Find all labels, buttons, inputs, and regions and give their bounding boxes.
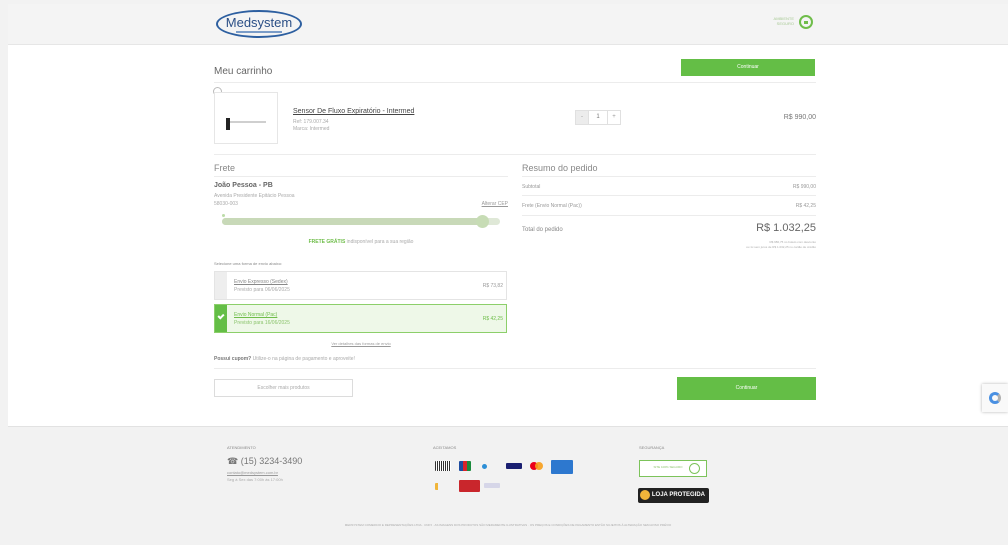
secure-badge-text: SITE 100% SEGURO (653, 465, 683, 469)
total-value: R$ 1.032,25 (756, 222, 816, 234)
frete-address: Avenida Presidente Epitácio Pessoa (214, 193, 295, 199)
sensor-tube (230, 121, 266, 123)
sensor-shape (226, 118, 230, 130)
legal-text: MEDSYSTEM COMERCIO E REPRESENTAÇÕES LTDA… (344, 523, 672, 527)
loja-protegida-text: LOJA PROTEGIDA (651, 492, 705, 498)
coupon-message: Possui cupom? Utilize-o na página de pag… (214, 356, 355, 362)
quantity-stepper: - 1 + (575, 110, 621, 125)
boleto-icon (435, 461, 451, 471)
recaptcha-badge[interactable] (982, 384, 1008, 412)
divider (214, 82, 816, 83)
product-price: R$ 990,00 (783, 114, 816, 121)
shipping-option-date: Previsto para 16/06/2025 (234, 320, 290, 326)
progress-start-dot (222, 214, 225, 217)
more-products-button[interactable]: Escolher mais produtos (214, 379, 353, 397)
shipping-option-date: Previsto para 06/06/2025 (234, 287, 290, 293)
email-link[interactable]: contato@medsystem.com.br (227, 470, 278, 475)
secure-site-badge: SITE 100% SEGURO (639, 460, 707, 477)
frete-title: Frete (214, 163, 236, 173)
logo-text: Medsystem (225, 15, 293, 30)
visa-icon (506, 463, 522, 469)
subtotal-label: Subtotal (522, 184, 541, 190)
shipping-option-price: R$ 42,25 (482, 316, 503, 322)
hipercard-icon (459, 480, 480, 492)
choose-shipping-label: Selecione uma forma de envio abaixo: (214, 261, 283, 266)
total-label: Total do pedido (522, 227, 563, 233)
business-hours: Seg à Sex das 7:00h às 17:00h (227, 477, 283, 482)
divider (522, 195, 816, 196)
frete-city: João Pessoa - PB (214, 182, 273, 189)
secure-label: AMBIENTE SEGURO (773, 16, 794, 26)
footer: ATENDIMENTO ☎ (15) 3234-3490 contato@med… (8, 426, 1008, 545)
continue-button-bottom[interactable]: Continuar (677, 377, 816, 400)
frete-cep: 58030-003 (214, 201, 238, 207)
shield-icon (640, 490, 650, 500)
product-brand: Marca: Intermed (293, 126, 330, 132)
shipping-option-sedex[interactable]: Envio Expresso (Sedex) Previsto para 06/… (214, 271, 507, 300)
subtotal-value: R$ 990,00 (792, 184, 816, 190)
continue-button-top[interactable]: Continuar (681, 59, 815, 76)
header: Medsystem AMBIENTE SEGURO (8, 4, 1008, 45)
shipping-option-pac[interactable]: Envio Normal (Pac) Previsto para 16/06/2… (214, 304, 507, 333)
product-name-link[interactable]: Sensor De Fluxo Expiratório - Intermed (293, 108, 414, 115)
page: Medsystem AMBIENTE SEGURO Meu carrinho C… (8, 4, 1008, 545)
progress-knob (476, 215, 490, 228)
phone-number: ☎ (15) 3234-3490 (227, 456, 303, 466)
logo-underline (236, 31, 282, 33)
qty-input[interactable]: 1 (589, 110, 607, 125)
divider (214, 154, 816, 155)
free-shipping-progress (222, 215, 500, 228)
lock-icon (799, 15, 813, 29)
diners-icon (482, 464, 487, 469)
coupon-rest: Utilize-o na página de pagamento e aprov… (252, 356, 355, 362)
lock-icon (689, 463, 700, 474)
free-shipping-rest: indisponível para a sua região (346, 239, 414, 245)
frete-row: Frete (Envio Normal (Pac)) R$ 42,25 (522, 203, 816, 209)
progress-fill (222, 218, 487, 225)
shipping-details-link[interactable]: Ver detalhes das formas de envio (214, 341, 508, 346)
loja-protegida-badge: LOJA PROTEGIDA (638, 488, 709, 503)
frete-summary-label: Frete (Envio Normal (Pac)) (522, 203, 582, 209)
atendimento-heading: ATENDIMENTO (227, 445, 256, 450)
shipping-option-name[interactable]: Envio Expresso (Sedex) (234, 279, 288, 285)
amex-icon (551, 460, 573, 474)
free-shipping-message: FRETE GRÁTIS indisponível para a sua reg… (214, 239, 508, 245)
seguranca-heading: SEGURANÇA (639, 445, 665, 450)
boleto-note: R$ 980,75 no boleto com desconto (769, 240, 816, 244)
jcb-icon (459, 461, 471, 471)
recaptcha-icon (989, 392, 1001, 404)
summary-title: Resumo do pedido (522, 163, 598, 173)
check-icon (217, 312, 225, 320)
cart-title: Meu carrinho (214, 66, 273, 77)
product-ref: Ref: 179.007.34 (293, 119, 329, 125)
product-image[interactable] (214, 92, 278, 144)
alterar-cep-link[interactable]: Alterar CEP (448, 201, 508, 207)
shipping-option-price: R$ 73,82 (482, 283, 503, 289)
mastercard-icon-2 (535, 462, 543, 470)
qty-plus-button[interactable]: + (607, 110, 621, 125)
free-shipping-bold: FRETE GRÁTIS (308, 239, 346, 245)
divider (214, 368, 816, 369)
total-row: Total do pedido R$ 1.032,25 (522, 222, 816, 234)
divider (214, 176, 508, 177)
frete-summary-value: R$ 42,25 (795, 203, 816, 209)
card-note: ou 1x sem juros de R$ 1.032,25 no cartão… (746, 245, 816, 249)
qty-minus-button[interactable]: - (575, 110, 589, 125)
coupon-bold: Possui cupom? (214, 356, 252, 362)
medsystem-logo[interactable]: Medsystem (216, 10, 302, 38)
divider (522, 176, 816, 177)
pix-icon (484, 483, 500, 488)
elo-icon (435, 483, 453, 490)
radio-box[interactable] (215, 272, 227, 299)
aceitamos-heading: ACEITAMOS (433, 445, 457, 450)
radio-box-checked[interactable] (215, 305, 227, 332)
subtotal-row: Subtotal R$ 990,00 (522, 184, 816, 190)
shipping-option-name[interactable]: Envio Normal (Pac) (234, 312, 277, 318)
divider (522, 215, 816, 216)
